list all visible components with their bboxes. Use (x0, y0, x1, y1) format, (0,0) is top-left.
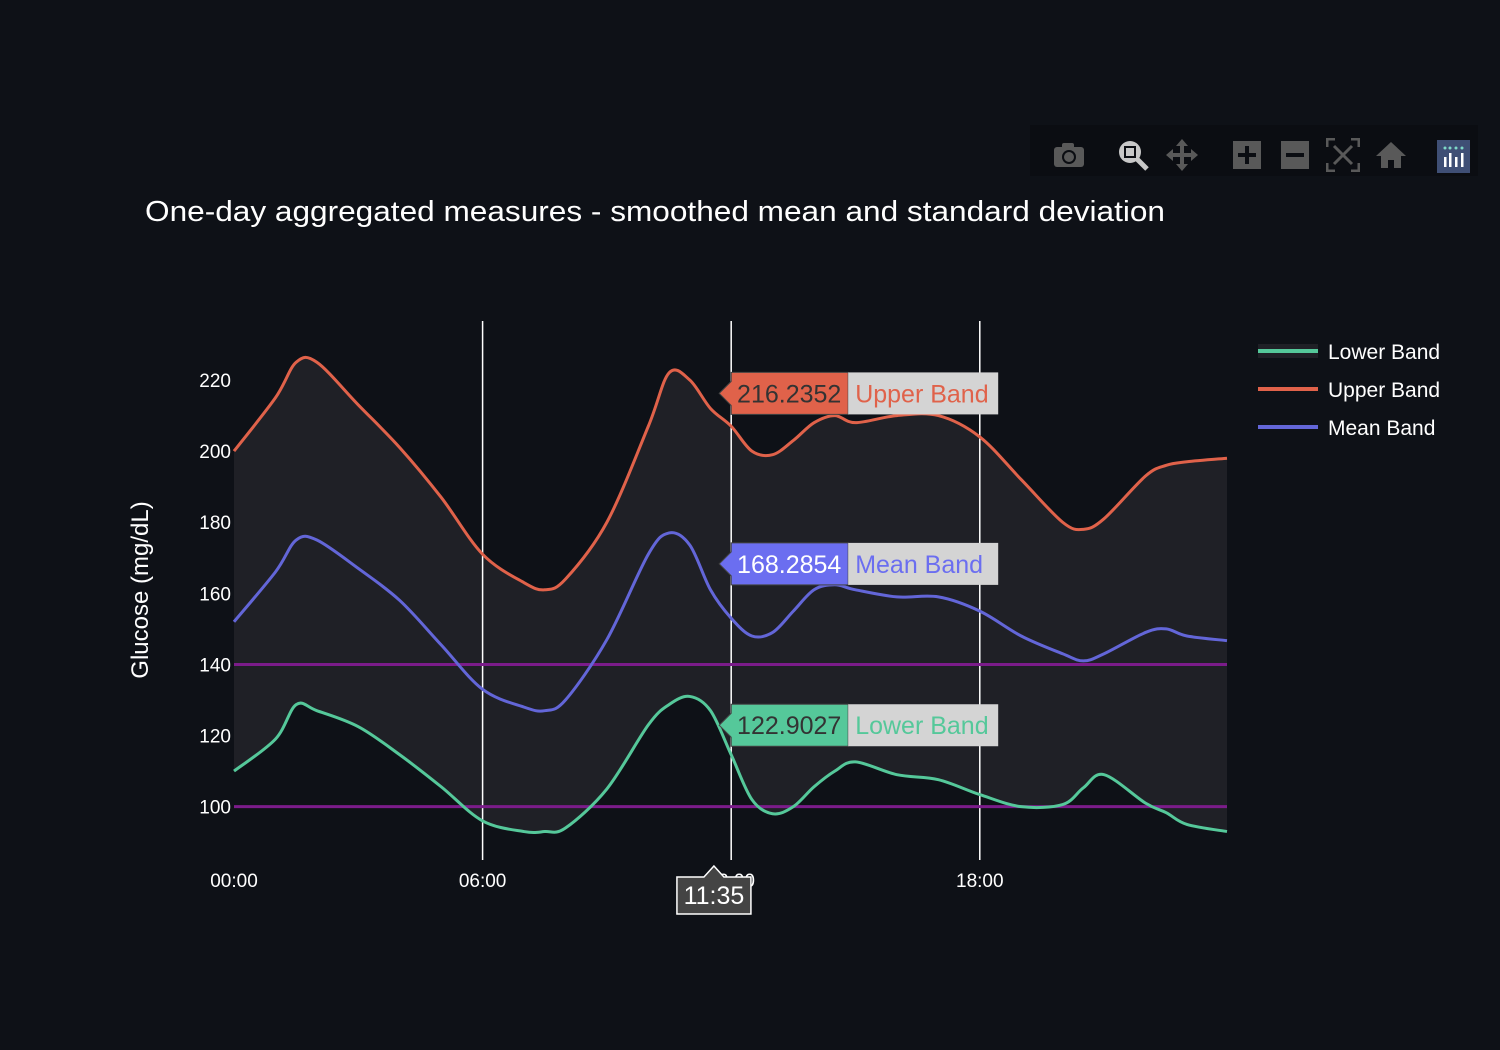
hover-value: 168.2854 (737, 551, 841, 579)
hover-x-label: 11:35 (684, 882, 745, 910)
zoom-icon[interactable] (1116, 138, 1150, 172)
zoom-in-icon[interactable] (1230, 138, 1264, 172)
plotly-logo-icon[interactable] (1437, 140, 1470, 173)
legend-item-label[interactable]: Upper Band (1328, 379, 1440, 402)
y-tick-label: 140 (199, 655, 231, 676)
plot-area[interactable]: 00:0006:0012:0018:0010012014016018020022… (199, 321, 1228, 892)
x-tick-label: 18:00 (956, 871, 1004, 892)
y-tick-label: 200 (199, 442, 231, 463)
legend-item-label[interactable]: Mean Band (1328, 417, 1435, 440)
pan-icon[interactable] (1165, 138, 1199, 172)
legend: Lower Band Upper Band Mean Band (1258, 341, 1440, 440)
y-tick-label: 100 (199, 798, 231, 819)
y-axis-label: Glucose (mg/dL) (127, 501, 154, 678)
hover-value: 122.9027 (737, 712, 841, 740)
y-tick-label: 180 (199, 513, 231, 534)
hover-series-name: Mean Band (855, 551, 983, 579)
reset-axes-icon[interactable] (1374, 138, 1408, 172)
y-tick-label: 120 (199, 727, 231, 748)
zoom-out-icon[interactable] (1278, 138, 1312, 172)
hover-value: 216.2352 (737, 380, 841, 408)
hover-series-name: Lower Band (855, 712, 988, 740)
camera-icon[interactable] (1052, 138, 1086, 172)
chart-title: One-day aggregated measures - smoothed m… (145, 196, 1165, 228)
x-tick-label: 00:00 (210, 871, 258, 892)
y-tick-label: 220 (199, 371, 231, 392)
legend-item-label[interactable]: Lower Band (1328, 341, 1440, 364)
autoscale-icon[interactable] (1325, 137, 1361, 173)
x-tick-label: 06:00 (459, 871, 507, 892)
modebar (1030, 125, 1478, 176)
y-tick-label: 160 (199, 584, 231, 605)
hover-series-name: Upper Band (855, 380, 988, 408)
